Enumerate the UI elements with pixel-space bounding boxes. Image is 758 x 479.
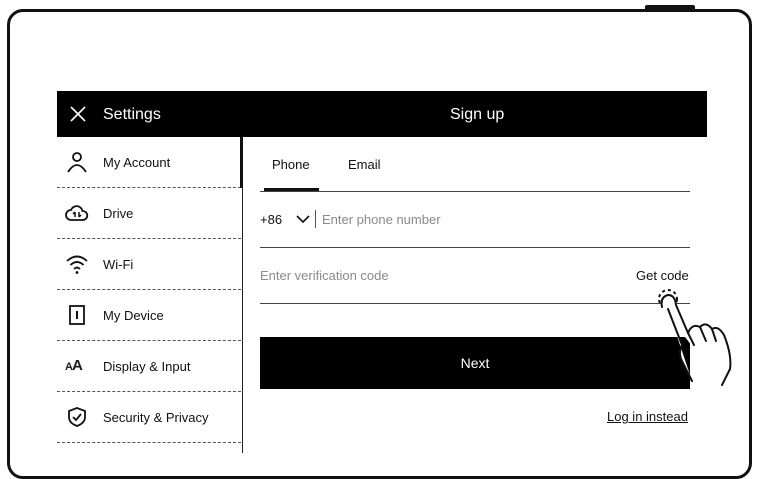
cloud-sync-icon [65, 205, 89, 221]
sidebar-item-drive[interactable]: Drive [57, 188, 241, 239]
font-size-icon: AA [65, 357, 83, 374]
sidebar-item-my-device[interactable]: My Device [57, 290, 241, 341]
sidebar-item-wifi[interactable]: Wi-Fi [57, 239, 241, 290]
code-divider [260, 303, 690, 304]
sidebar: My Account Drive Wi-Fi My Device AA Disp… [57, 137, 243, 453]
screen: Settings Sign up My Account Drive Wi-Fi … [57, 91, 707, 453]
country-code-select[interactable]: +86 [260, 212, 282, 227]
page-title: Sign up [450, 106, 505, 123]
verification-code-input[interactable] [260, 266, 580, 284]
sidebar-item-my-account[interactable]: My Account [57, 137, 243, 188]
sidebar-item-label: Drive [103, 206, 134, 221]
phone-divider [260, 247, 690, 248]
sidebar-item-label: My Device [103, 308, 164, 323]
shield-check-icon [68, 407, 86, 427]
sidebar-item-label: Security & Privacy [103, 410, 209, 425]
tabs-divider [260, 191, 690, 192]
close-button[interactable] [67, 103, 89, 125]
device-icon [69, 305, 85, 325]
settings-title: Settings [103, 106, 161, 123]
login-instead-link[interactable]: Log in instead [607, 409, 688, 424]
phone-number-input[interactable] [315, 210, 622, 228]
sidebar-item-security-privacy[interactable]: Security & Privacy [57, 392, 241, 443]
close-icon [70, 106, 86, 122]
device-power-button [645, 5, 695, 10]
tab-phone[interactable]: Phone [272, 157, 310, 172]
person-icon [67, 152, 87, 173]
sidebar-item-label: My Account [103, 155, 171, 170]
sidebar-item-label: Display & Input [103, 359, 191, 374]
chevron-down-icon[interactable] [295, 212, 311, 226]
next-button[interactable]: Next [260, 337, 690, 389]
title-bar: Settings Sign up [57, 91, 707, 137]
sidebar-item-label: Wi-Fi [103, 257, 134, 272]
get-code-button[interactable]: Get code [636, 268, 689, 283]
tab-email[interactable]: Email [348, 157, 381, 172]
sidebar-item-display-input[interactable]: AA Display & Input [57, 341, 241, 392]
wifi-icon [66, 255, 88, 274]
